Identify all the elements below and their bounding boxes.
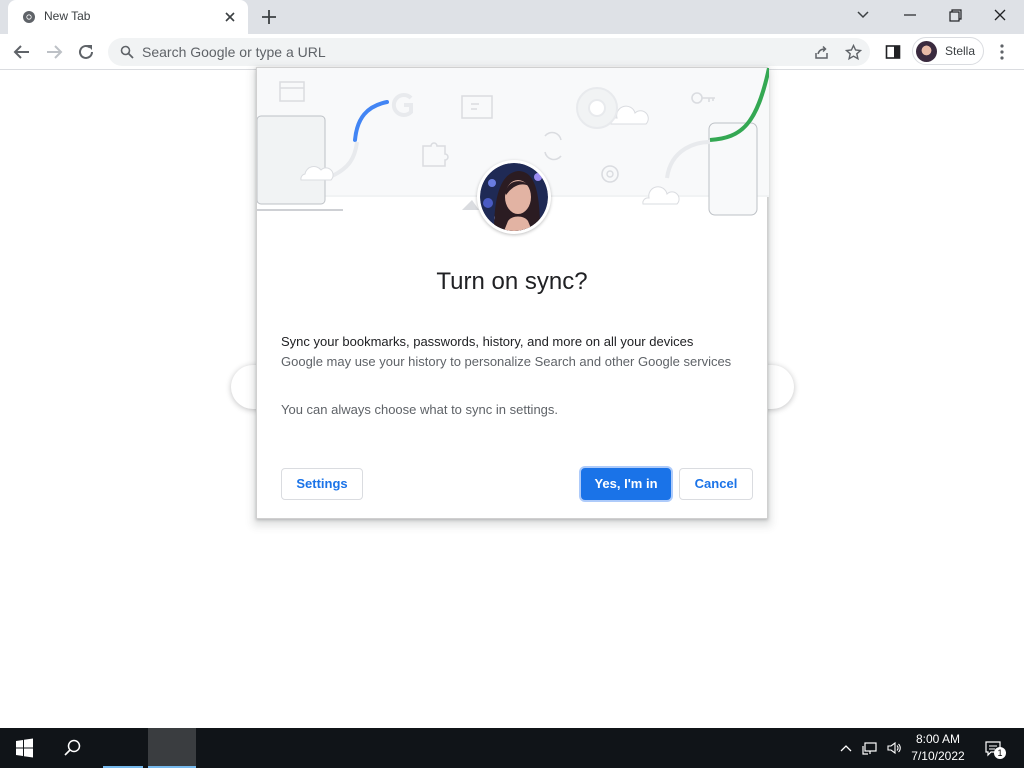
close-tab-icon[interactable] xyxy=(222,9,238,25)
search-icon xyxy=(120,45,134,59)
cancel-button[interactable]: Cancel xyxy=(679,468,753,500)
windows-start-icon[interactable] xyxy=(0,728,48,768)
reload-icon[interactable] xyxy=(75,41,97,63)
close-window-icon[interactable] xyxy=(986,4,1014,26)
kebab-menu-icon[interactable] xyxy=(994,43,1010,61)
tab-title: New Tab xyxy=(44,9,91,23)
taskbar-app-1[interactable] xyxy=(103,728,143,768)
taskbar-app-chrome[interactable] xyxy=(148,728,196,768)
tab-strip: New Tab xyxy=(0,0,1024,34)
dialog-title: Turn on sync? xyxy=(436,268,588,295)
chrome-icon xyxy=(23,11,35,23)
personalize-description: Google may use your history to personali… xyxy=(281,354,732,369)
settings-button[interactable]: Settings xyxy=(281,468,363,500)
sync-dialog: Turn on sync? Sync your bookmarks, passw… xyxy=(256,67,769,519)
sync-description: Sync your bookmarks, passwords, history,… xyxy=(281,334,694,349)
address-bar[interactable]: Search Google or type a URL xyxy=(108,38,870,66)
address-bar-placeholder: Search Google or type a URL xyxy=(142,44,326,60)
toolbar: Search Google or type a URL Stella xyxy=(0,34,1024,70)
restore-icon[interactable] xyxy=(941,4,969,26)
avatar xyxy=(916,41,937,62)
profile-button[interactable]: Stella xyxy=(912,37,984,65)
search-icon[interactable] xyxy=(48,728,96,768)
clock-date[interactable]: 7/10/2022 xyxy=(905,749,971,763)
clock-time[interactable]: 8:00 AM xyxy=(905,732,971,746)
volume-icon[interactable] xyxy=(886,740,902,756)
profile-name: Stella xyxy=(945,44,976,58)
notification-count-badge: 1 xyxy=(994,747,1006,759)
back-arrow-icon[interactable] xyxy=(11,41,33,63)
tab-new-tab[interactable]: New Tab xyxy=(8,0,248,34)
network-icon[interactable] xyxy=(862,740,878,756)
chevron-up-icon[interactable] xyxy=(838,740,854,756)
minimize-icon[interactable] xyxy=(896,4,924,26)
side-panel-icon[interactable] xyxy=(885,44,901,60)
avatar xyxy=(480,163,548,231)
taskbar: 8:00 AM 7/10/2022 1 xyxy=(0,728,1024,768)
forward-arrow-icon[interactable] xyxy=(43,41,65,63)
yes-im-in-button[interactable]: Yes, I'm in xyxy=(581,468,671,500)
tab-search-chevron-icon[interactable] xyxy=(849,4,877,26)
new-tab-plus-icon[interactable] xyxy=(258,6,280,28)
settings-hint: You can always choose what to sync in se… xyxy=(281,402,559,417)
share-icon[interactable] xyxy=(813,44,830,61)
bookmark-star-icon[interactable] xyxy=(845,44,862,61)
